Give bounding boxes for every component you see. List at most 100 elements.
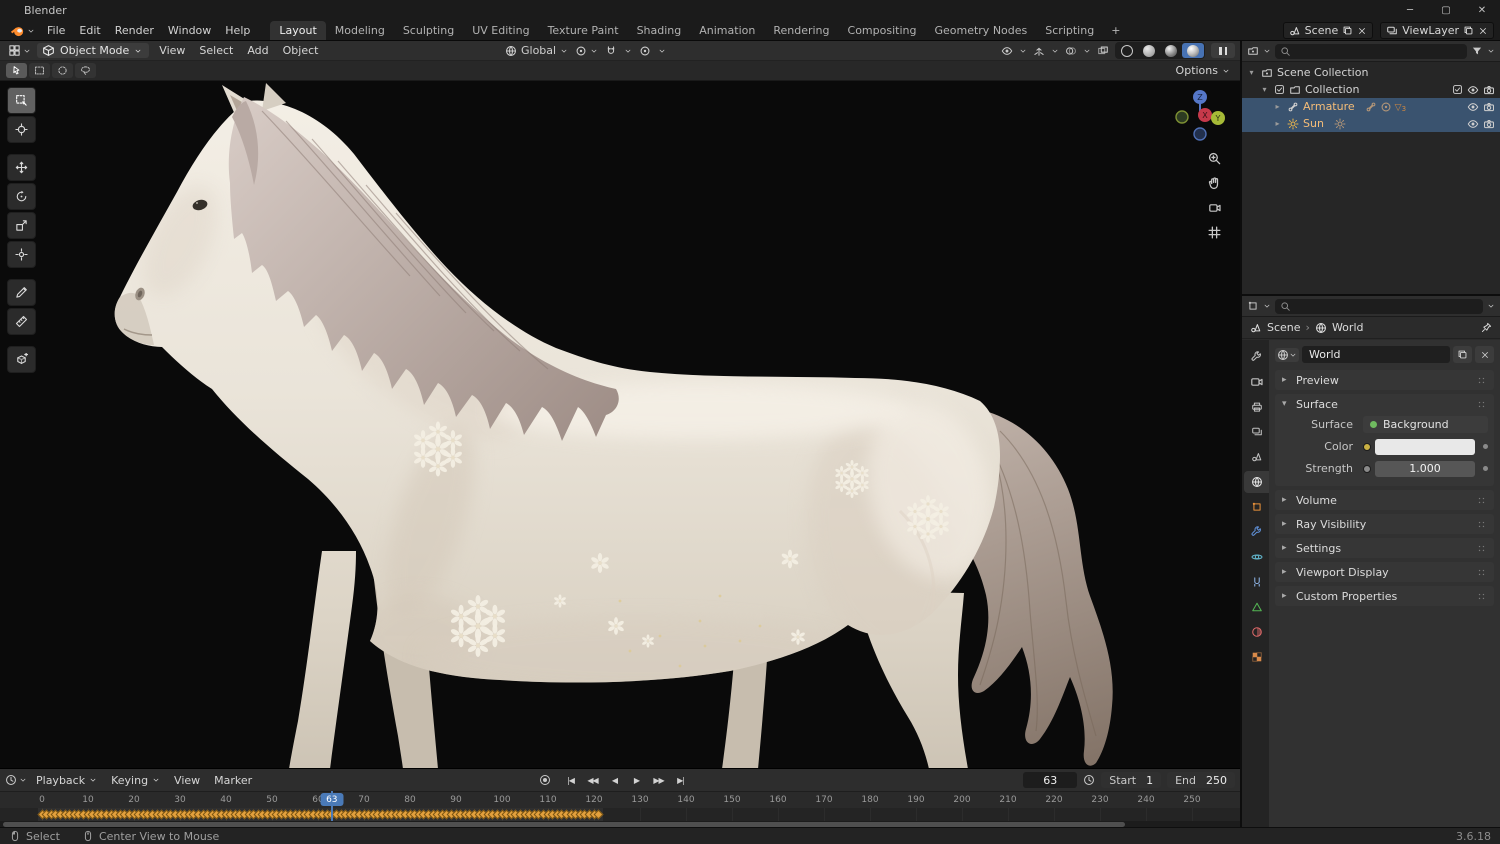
properties-editor-type-icon[interactable] xyxy=(1247,300,1259,312)
select-mode-box[interactable] xyxy=(29,63,50,78)
viewlayer-selector[interactable]: ViewLayer xyxy=(1380,22,1494,39)
menu-help[interactable]: Help xyxy=(218,22,257,39)
filter-icon[interactable] xyxy=(1471,45,1483,57)
workspace-tab-rendering[interactable]: Rendering xyxy=(764,21,838,40)
strength-number-field[interactable]: 1.000 xyxy=(1375,460,1475,477)
panel-volume-header[interactable]: ▸ Volume xyxy=(1275,490,1494,510)
options-dropdown[interactable]: Options xyxy=(1172,64,1234,77)
zoom-icon[interactable] xyxy=(1207,151,1222,166)
material-tab[interactable] xyxy=(1244,621,1269,643)
visibility-dropdown-icon[interactable] xyxy=(1001,45,1013,57)
view-layer-tab[interactable] xyxy=(1244,421,1269,443)
previous-keyframe-button[interactable]: ◀◀ xyxy=(583,772,602,788)
shading-solid-button[interactable] xyxy=(1138,43,1160,58)
viewport-menu-select[interactable]: Select xyxy=(192,43,240,58)
timeline-editor-type-icon[interactable] xyxy=(5,774,17,786)
timeline-menu-keying[interactable]: Keying xyxy=(104,773,167,788)
camera-toggle-icon[interactable] xyxy=(1483,118,1495,130)
proportional-chevron-icon[interactable] xyxy=(658,47,666,55)
blender-menu-button[interactable] xyxy=(6,23,39,38)
outliner-search-input[interactable] xyxy=(1275,43,1467,59)
workspace-tab-animation[interactable]: Animation xyxy=(690,21,764,40)
timeline-keyframes[interactable] xyxy=(0,808,1240,821)
outliner-row-sun[interactable]: ▸ Sun xyxy=(1242,115,1500,132)
camera-toggle-icon[interactable] xyxy=(1483,101,1495,113)
timeline-menu-view[interactable]: View xyxy=(167,773,207,788)
disclosure-icon[interactable]: ▸ xyxy=(1272,119,1283,128)
unlink-scene-icon[interactable] xyxy=(1357,26,1367,36)
color-swatch[interactable] xyxy=(1375,438,1475,455)
disclosure-icon[interactable]: ▾ xyxy=(1259,85,1270,94)
select-mode-circle[interactable] xyxy=(52,63,73,78)
panel-settings-header[interactable]: ▸ Settings xyxy=(1275,538,1494,558)
workspace-tab-modeling[interactable]: Modeling xyxy=(326,21,394,40)
data-tab[interactable] xyxy=(1244,596,1269,618)
close-button[interactable]: ✕ xyxy=(1464,0,1500,21)
ortho-grid-icon[interactable] xyxy=(1207,225,1222,240)
modifiers-tab[interactable] xyxy=(1244,521,1269,543)
timeline-menu-playback[interactable]: Playback xyxy=(29,773,104,788)
scene-selector[interactable]: Scene xyxy=(1282,22,1374,39)
shading-rendered-button[interactable] xyxy=(1182,43,1204,58)
texture-tab[interactable] xyxy=(1244,646,1269,668)
play-reverse-button[interactable]: ◀ xyxy=(605,772,624,788)
tool-tab[interactable] xyxy=(1244,346,1269,368)
world-tab[interactable] xyxy=(1244,471,1269,493)
menu-edit[interactable]: Edit xyxy=(72,22,107,39)
jump-to-start-button[interactable]: |◀ xyxy=(561,772,580,788)
animate-property-dot[interactable] xyxy=(1483,444,1488,449)
unlink-datablock-button[interactable] xyxy=(1475,346,1494,363)
panel-options-icon[interactable] xyxy=(1476,495,1487,506)
rotate-tool[interactable] xyxy=(7,183,36,210)
3d-viewport[interactable]: X Z Y xyxy=(0,81,1240,768)
measure-tool[interactable] xyxy=(7,308,36,335)
editor-type-button[interactable] xyxy=(5,43,34,58)
timeline-menu-marker[interactable]: Marker xyxy=(207,773,259,788)
preview-range-icon[interactable] xyxy=(1083,774,1095,786)
eye-toggle-icon[interactable] xyxy=(1467,118,1479,130)
new-scene-icon[interactable] xyxy=(1342,25,1353,36)
properties-search-input[interactable] xyxy=(1275,298,1483,314)
shading-wireframe-button[interactable] xyxy=(1116,43,1138,58)
show-overlays-icon[interactable] xyxy=(1065,45,1077,57)
add-cube-tool[interactable] xyxy=(7,346,36,373)
transform-tool[interactable] xyxy=(7,241,36,268)
viewport-menu-add[interactable]: Add xyxy=(240,43,275,58)
panel-preview-header[interactable]: ▸ Preview xyxy=(1275,370,1494,390)
panel-options-icon[interactable] xyxy=(1476,543,1487,554)
surface-menu-button[interactable]: Background xyxy=(1363,416,1488,433)
snap-toggle-icon[interactable] xyxy=(605,45,617,57)
remove-viewlayer-icon[interactable] xyxy=(1478,26,1488,36)
add-workspace-button[interactable]: + xyxy=(1104,22,1127,39)
workspace-tab-texture-paint[interactable]: Texture Paint xyxy=(539,21,628,40)
select-mode-lasso[interactable] xyxy=(75,63,96,78)
panel-options-icon[interactable] xyxy=(1476,399,1487,410)
jump-to-end-button[interactable]: ▶| xyxy=(671,772,690,788)
workspace-tab-shading[interactable]: Shading xyxy=(628,21,691,40)
move-tool[interactable] xyxy=(7,154,36,181)
node-socket-icon[interactable] xyxy=(1363,464,1371,473)
snap-settings-chevron-icon[interactable] xyxy=(624,47,632,55)
panel-options-icon[interactable] xyxy=(1476,519,1487,530)
viewport-menu-view[interactable]: View xyxy=(152,43,192,58)
panel-options-icon[interactable] xyxy=(1476,567,1487,578)
output-tab[interactable] xyxy=(1244,396,1269,418)
camera-view-icon[interactable] xyxy=(1207,201,1222,215)
browse-world-button[interactable] xyxy=(1275,347,1299,362)
workspace-tab-uv-editing[interactable]: UV Editing xyxy=(463,21,538,40)
playhead-frame-badge[interactable]: 63 xyxy=(320,793,344,806)
end-frame-field[interactable]: End 250 xyxy=(1167,772,1235,788)
maximize-button[interactable]: ▢ xyxy=(1428,0,1464,21)
render-tab[interactable] xyxy=(1244,371,1269,393)
pin-icon[interactable] xyxy=(1481,322,1492,333)
new-viewlayer-icon[interactable] xyxy=(1463,25,1474,36)
duplicate-datablock-button[interactable] xyxy=(1453,346,1472,363)
menu-window[interactable]: Window xyxy=(161,22,218,39)
panel-ray-visibility-header[interactable]: ▸ Ray Visibility xyxy=(1275,514,1494,534)
object-tab[interactable] xyxy=(1244,496,1269,518)
disclosure-icon[interactable]: ▾ xyxy=(1246,68,1257,77)
mode-dropdown[interactable]: Object Mode xyxy=(37,43,150,58)
disclosure-icon[interactable]: ▸ xyxy=(1272,102,1283,111)
gizmo-y-label[interactable]: Y xyxy=(1215,114,1221,123)
toggle-xray-icon[interactable] xyxy=(1097,45,1109,57)
